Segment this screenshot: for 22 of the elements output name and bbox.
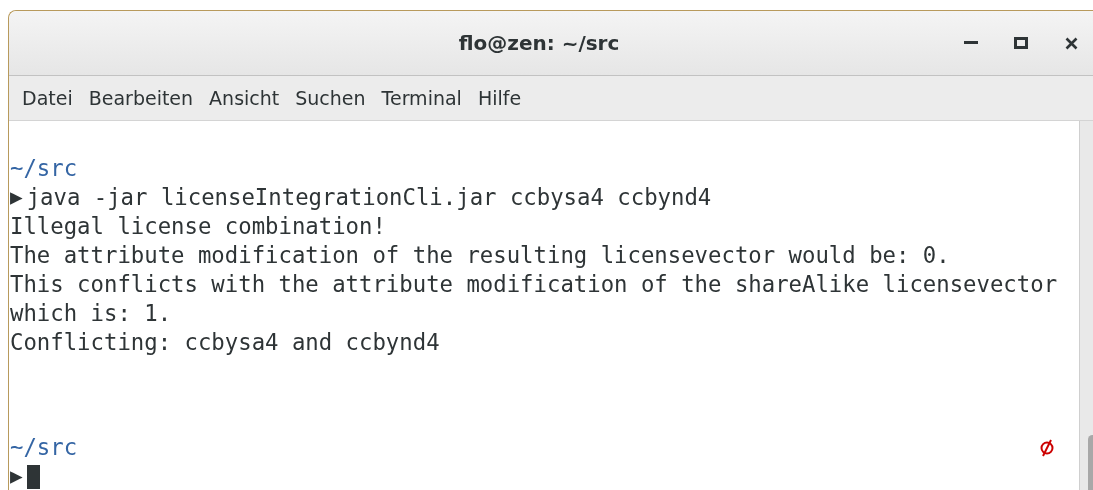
prompt-directory: ~/src <box>10 433 78 462</box>
prompt-directory: ~/src <box>10 154 79 183</box>
close-icon <box>1064 36 1078 50</box>
menu-item[interactable]: Terminal <box>374 83 469 113</box>
menu-item[interactable]: Hilfe <box>470 83 529 113</box>
prompt-symbol: ▶ <box>10 463 23 490</box>
output-line: Illegal license combination! <box>10 212 387 241</box>
maximize-icon <box>1014 37 1028 49</box>
text-cursor <box>26 464 40 489</box>
command-text: java -jar licenseIntegrationCli.jar ccbysa4 ccbynd4 <box>26 183 712 212</box>
menu-item[interactable]: Bearbeiten <box>81 83 201 113</box>
output-line: Conflicting: ccbysa4 and ccbynd4 <box>10 328 441 357</box>
crossed-circle-icon <box>1039 437 1055 458</box>
window-title: flo@zen: ~/src <box>458 31 620 55</box>
output-line: The attribute modification of the resulting licensevector would be: 0. <box>10 241 951 270</box>
menu-item[interactable]: Datei <box>15 83 80 113</box>
minimize-icon <box>964 41 978 45</box>
output-line: This conflicts with the attribute modification of the shareAlike licensevector <box>10 270 1059 299</box>
output-line: which is: 1. <box>10 299 173 328</box>
menu-item[interactable]: Ansicht <box>202 83 287 113</box>
menu-item[interactable]: Suchen <box>288 83 373 113</box>
prompt-symbol: ▶ <box>10 184 23 211</box>
